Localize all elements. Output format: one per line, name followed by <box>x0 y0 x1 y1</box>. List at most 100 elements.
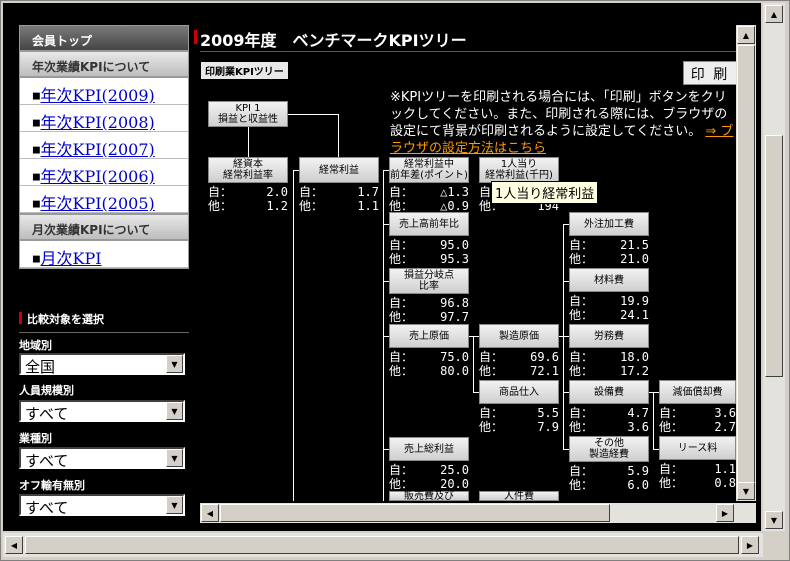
kpi-value-label: 自： <box>569 464 594 478</box>
kpi-node-mat[interactable]: 材料費 <box>569 268 649 292</box>
monthly-kpi[interactable]: ■月次KPI <box>20 241 188 268</box>
kpi-value-label: 他： <box>569 478 594 492</box>
kpi-value-label: 自： <box>659 406 684 420</box>
annual-kpi-2008[interactable]: ■年次KPI(2008) <box>20 105 188 132</box>
kpi-node-salesyoy[interactable]: 売上高前年比 <box>389 212 469 236</box>
kpi-value: 6.0 <box>627 478 649 492</box>
kpi-value: 1.1 <box>357 199 379 213</box>
annual-kpi-2007[interactable]: ■年次KPI(2007) <box>20 132 188 159</box>
size-label: 人員規模別 <box>19 384 74 397</box>
kpi-node-mfg[interactable]: 製造原価 <box>479 324 559 348</box>
kpi-value-label: 自： <box>569 294 594 308</box>
size-value: すべて <box>25 405 69 423</box>
tree-connector <box>248 127 249 157</box>
kpi-node-equip[interactable]: 設備費 <box>569 380 649 404</box>
annual-kpi-2005[interactable]: ■年次KPI(2005) <box>20 186 188 213</box>
kpi-value: 96.8 <box>440 296 469 310</box>
inner-hscroll-thumb[interactable] <box>220 504 610 522</box>
kpi-node-roa[interactable]: 経資本 経常利益率 <box>208 157 288 183</box>
chevron-down-icon[interactable]: ▼ <box>166 449 183 467</box>
outer-vscroll-thumb[interactable] <box>765 135 783 377</box>
monthly-kpi-link[interactable]: 月次KPI <box>41 249 102 268</box>
kpi-value-label: 自： <box>389 463 414 477</box>
kpi-node-sga[interactable]: 販売費及び <box>389 491 469 502</box>
print-note-text: ※KPIツリーを印刷される場合には、「印刷」ボタンをクリックしてください。また、… <box>390 90 728 139</box>
annual-kpi-2006[interactable]: ■年次KPI(2006) <box>20 159 188 186</box>
member-top-link[interactable]: 会員トップ <box>19 25 189 51</box>
kpi-value-label: 他： <box>389 310 414 324</box>
kpi-value-label: 他： <box>389 199 414 213</box>
scroll-up-icon[interactable]: ▲ <box>765 5 783 23</box>
annual-kpi-list: ■年次KPI(2009) ■年次KPI(2008) ■年次KPI(2007) ■… <box>19 77 189 214</box>
kpi-value: 21.5 <box>620 238 649 252</box>
kpi-value: 80.0 <box>440 364 469 378</box>
outer-vertical-scrollbar[interactable]: ▲ ▼ <box>763 3 785 531</box>
inner-vscroll-thumb[interactable] <box>737 45 755 485</box>
annual-kpi-2006-link[interactable]: 年次KPI(2006) <box>41 167 155 186</box>
kpi-node-othermfg[interactable]: その他 製造経費 <box>569 436 649 462</box>
page-viewport: 会員トップ 年次業績KPIについて ■年次KPI(2009) ■年次KPI(20… <box>3 3 761 531</box>
industry-value: すべて <box>25 452 69 470</box>
kpi-node-yoy[interactable]: 経常利益中 前年差(ポイント) <box>389 157 469 183</box>
kpi-node-goods[interactable]: 商品仕入 <box>479 380 559 404</box>
size-select[interactable]: すべて ▼ <box>19 400 185 423</box>
industry-select[interactable]: すべて ▼ <box>19 447 185 470</box>
kpi-node-labor[interactable]: 労務費 <box>569 324 649 348</box>
scroll-left-icon[interactable]: ◀ <box>201 504 219 522</box>
scroll-down-icon[interactable]: ▼ <box>765 511 783 529</box>
kpi-value: 2.0 <box>266 185 288 199</box>
tree-connector <box>288 114 338 115</box>
kpi-value: 0.8 <box>714 476 736 490</box>
outer-horizontal-scrollbar[interactable]: ◀ ▶ <box>3 533 763 557</box>
kpi-value-label: 他： <box>569 420 594 434</box>
kpi-values-cogs: 自： 75.0 他： 80.0 <box>389 350 469 380</box>
kpi-node-gross[interactable]: 売上総利益 <box>389 437 469 461</box>
scroll-up-icon[interactable]: ▲ <box>737 26 755 44</box>
outer-hscroll-thumb[interactable] <box>25 536 739 554</box>
kpi-node-cogs[interactable]: 売上原価 <box>389 324 469 348</box>
kpi-node-per[interactable]: 1人当り 経常利益(千円) <box>479 157 559 183</box>
kpi-value: 97.7 <box>440 310 469 324</box>
chevron-down-icon[interactable]: ▼ <box>166 496 183 514</box>
kpi-value: 1.1 <box>714 462 736 476</box>
chevron-down-icon[interactable]: ▼ <box>166 355 183 373</box>
inner-vertical-scrollbar[interactable]: ▲ ▼ <box>736 25 756 501</box>
monthly-kpi-list: ■月次KPI <box>19 240 189 269</box>
scroll-right-icon[interactable]: ▶ <box>741 536 759 554</box>
kpi-value-label: 自： <box>299 185 324 199</box>
inner-horizontal-scrollbar[interactable]: ◀ ▶ <box>200 503 756 523</box>
region-select[interactable]: 全国 ▼ <box>19 353 185 376</box>
kpi-values-op: 自： 1.7 他： 1.1 <box>299 185 379 215</box>
kpi-node-bep[interactable]: 損益分岐点 比率 <box>389 268 469 294</box>
kpi-value-label: 他： <box>479 420 504 434</box>
chevron-down-icon[interactable]: ▼ <box>166 402 183 420</box>
kpi-node-dep[interactable]: 減価償却費 <box>659 380 736 404</box>
kpi-node-op[interactable]: 経常利益 <box>299 157 379 183</box>
kpi-node-lease[interactable]: リース料 <box>659 436 736 460</box>
kpi-value-label: 他： <box>389 252 414 266</box>
scroll-down-icon[interactable]: ▼ <box>737 482 755 500</box>
kpi-node-hr[interactable]: 人件費 <box>479 491 559 502</box>
annual-kpi-2009-link[interactable]: 年次KPI(2009) <box>41 86 155 105</box>
print-kpi-tag: 印刷業KPIツリー <box>201 62 288 79</box>
kpi-value-label: 自： <box>569 350 594 364</box>
kpi-values-dep: 自： 3.6 他： 2.7 <box>659 406 736 436</box>
kpi-node-sub[interactable]: 外注加工費 <box>569 212 649 236</box>
scroll-right-icon[interactable]: ▶ <box>716 504 734 522</box>
kpi-value-label: 他： <box>389 364 414 378</box>
kpi-value-label: 自： <box>569 406 594 420</box>
annual-kpi-2007-link[interactable]: 年次KPI(2007) <box>41 140 155 159</box>
kpi-value: 4.7 <box>627 406 649 420</box>
kpi-value: 69.6 <box>530 350 559 364</box>
offset-select[interactable]: すべて ▼ <box>19 494 185 517</box>
annual-kpi-2008-link[interactable]: 年次KPI(2008) <box>41 113 155 132</box>
annual-kpi-2005-link[interactable]: 年次KPI(2005) <box>41 194 155 213</box>
kpi-value: 19.9 <box>620 294 649 308</box>
kpi-value: 21.0 <box>620 252 649 266</box>
print-button[interactable]: 印 刷 <box>683 61 737 85</box>
kpi-value-label: 自： <box>479 406 504 420</box>
annual-kpi-2009[interactable]: ■年次KPI(2009) <box>20 78 188 105</box>
tree-connector <box>649 392 659 393</box>
scroll-left-icon[interactable]: ◀ <box>5 536 23 554</box>
kpi-node-kpi1[interactable]: KPI 1 損益と収益性 <box>208 101 288 127</box>
